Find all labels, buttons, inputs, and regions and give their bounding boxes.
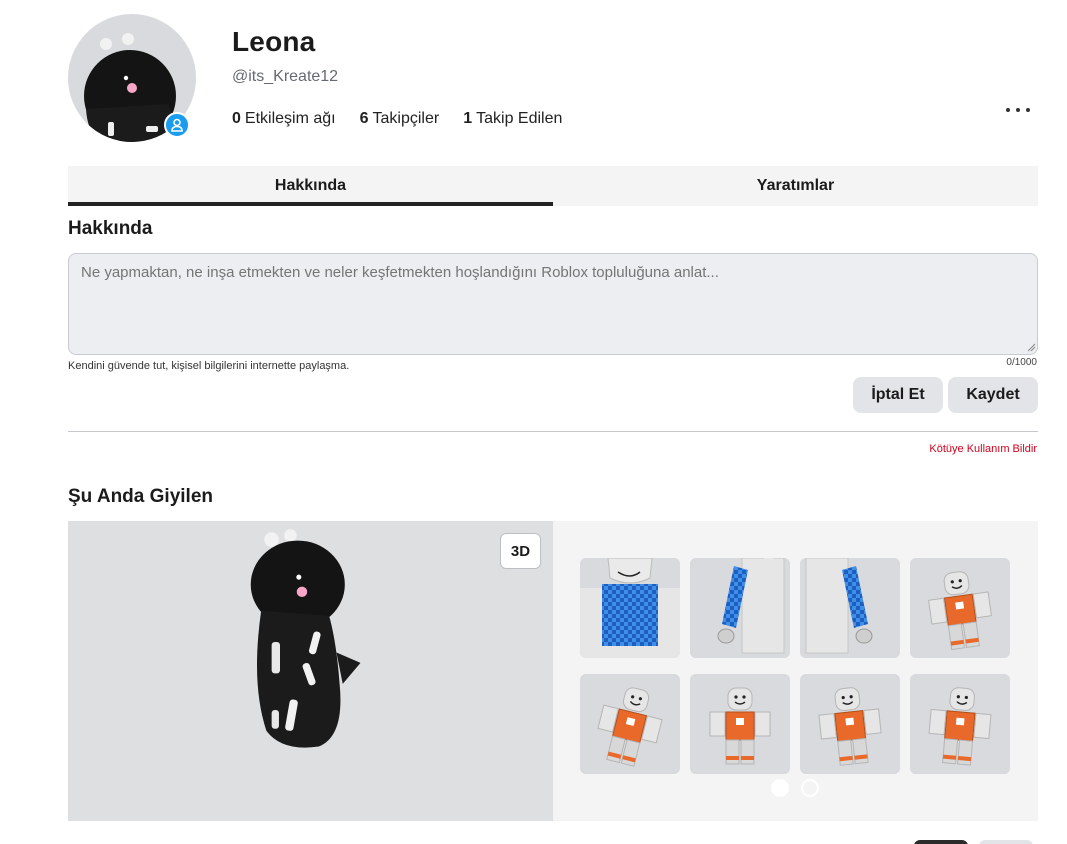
stat-followers[interactable]: 6 Takipçiler [360, 110, 440, 128]
tab-about[interactable]: Hakkında [68, 166, 553, 206]
profile-stats: 0 Etkileşim ağı 6 Takipçiler 1 Takip Edilen [232, 110, 562, 128]
avatar-3d-model [238, 527, 368, 757]
display-name: Leona [232, 26, 316, 57]
page-dot-1[interactable] [771, 779, 789, 797]
avatar-orange-shirt-stand-icon[interactable] [690, 674, 790, 774]
carousel-pagination [771, 779, 819, 797]
profile-avatar[interactable] [68, 14, 196, 142]
avatar-orange-shirt-walk-icon[interactable] [910, 674, 1010, 774]
page-dot-2[interactable] [801, 779, 819, 797]
avatar-preview[interactable] [68, 521, 553, 821]
stat-count: 6 [359, 110, 369, 127]
save-button[interactable]: Kaydet [948, 377, 1038, 413]
character-counter: 0/1000 [1006, 357, 1037, 368]
wearing-items-grid [580, 558, 1010, 774]
tab-creations[interactable]: Yaratımlar [553, 166, 1038, 206]
about-heading: Hakkında [68, 218, 153, 239]
toggle-3d-button[interactable]: 3D [500, 533, 541, 569]
stat-label: Etkileşim ağı [244, 110, 336, 127]
cancel-button[interactable]: İptal Et [853, 377, 943, 413]
divider [68, 431, 1038, 432]
stat-label: Takipçiler [372, 110, 440, 127]
stat-following[interactable]: 1 Takip Edilen [463, 110, 562, 128]
avatar-orange-shirt-tpose-icon[interactable] [800, 674, 900, 774]
stat-count: 0 [232, 110, 241, 127]
safety-note: Kendini güvende tut, kişisel bilgilerini… [68, 360, 350, 372]
profile-tabs: Hakkında Yaratımlar [68, 166, 1038, 206]
resize-handle-icon[interactable] [1026, 342, 1036, 352]
left-arm-checkered-sleeve-icon[interactable] [690, 558, 790, 658]
presence-status-icon [164, 112, 190, 138]
avatar-orange-shirt-pose-icon[interactable] [910, 558, 1010, 658]
username: @its_Kreate12 [232, 68, 339, 85]
bottom-button-partial[interactable] [979, 840, 1033, 844]
right-arm-checkered-sleeve-icon[interactable] [800, 558, 900, 658]
stat-count: 1 [463, 110, 473, 127]
wearing-heading: Şu Anda Giyilen [68, 486, 213, 507]
bottom-button-partial[interactable] [914, 840, 968, 844]
stat-label: Takip Edilen [476, 110, 563, 127]
shirt-checkered-front-icon[interactable] [580, 558, 680, 658]
about-textarea[interactable] [68, 253, 1038, 355]
stat-friends[interactable]: 0 Etkileşim ağı [232, 110, 336, 128]
avatar-orange-shirt-run-icon[interactable] [580, 674, 680, 774]
more-options-icon[interactable] [1006, 100, 1030, 120]
report-abuse-link[interactable]: Kötüye Kullanım Bildir [929, 443, 1037, 455]
